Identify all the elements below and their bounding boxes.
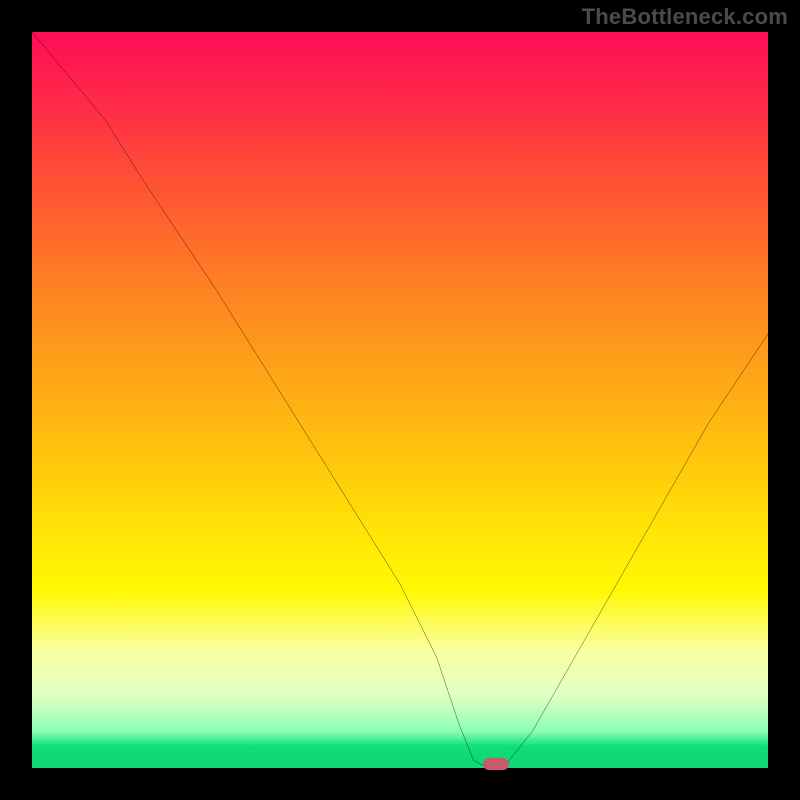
chart-frame: TheBottleneck.com <box>0 0 800 800</box>
curve-path <box>32 32 768 768</box>
watermark-text: TheBottleneck.com <box>582 4 788 30</box>
optimal-marker <box>483 758 509 770</box>
bottleneck-curve <box>32 32 768 768</box>
plot-area <box>32 32 768 768</box>
